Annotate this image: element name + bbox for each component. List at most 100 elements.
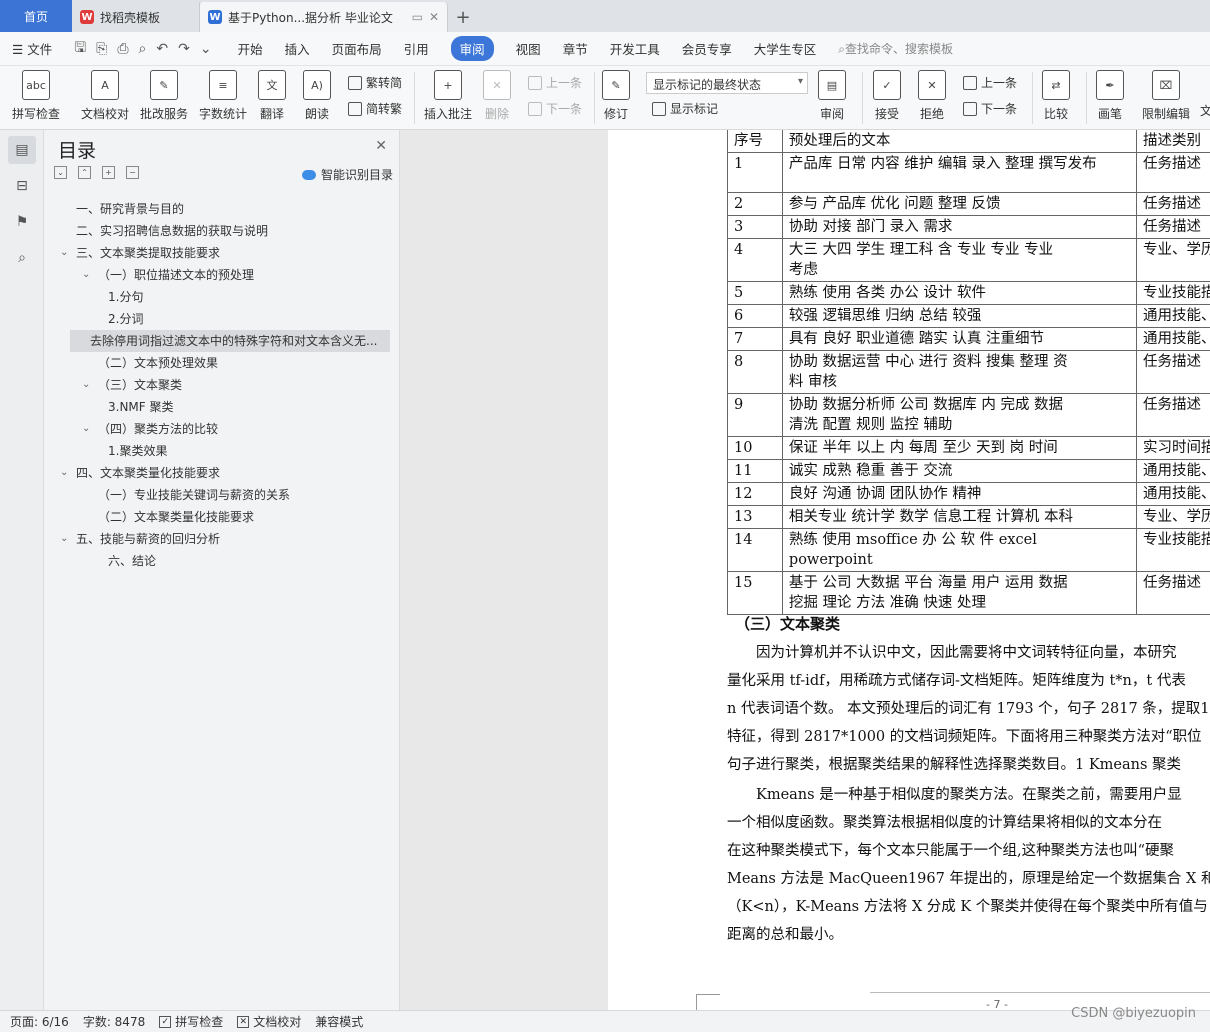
- review-pane-label: 审阅: [819, 107, 844, 121]
- bookmark-icon[interactable]: ⚑: [8, 208, 36, 236]
- menu-item-view[interactable]: 视图: [516, 39, 541, 58]
- export-icon[interactable]: ⎘: [96, 41, 107, 57]
- chevron-down-icon[interactable]: ⌄: [60, 462, 68, 484]
- review-pane-button[interactable]: ▤ 审阅: [818, 70, 846, 122]
- close-icon[interactable]: ✕: [429, 10, 439, 24]
- doc-proof-label: 文档校对: [81, 107, 130, 121]
- tab-pin-icon[interactable]: ▭: [412, 10, 423, 24]
- prev-change-button[interactable]: 上一条: [963, 74, 1017, 91]
- insert-comment-button[interactable]: + 插入批注: [424, 70, 472, 122]
- prev-change-icon: [963, 75, 977, 90]
- toc-item[interactable]: ⌄ （四）聚类方法的比较: [44, 418, 400, 440]
- add-heading-icon[interactable]: +: [102, 166, 115, 179]
- status-spell-check[interactable]: ✓ 拼写检查: [159, 1013, 223, 1030]
- next-change-button[interactable]: 下一条: [963, 100, 1017, 117]
- menu-item-reference[interactable]: 引用: [404, 39, 429, 58]
- reject-button[interactable]: ✕ 拒绝: [918, 70, 946, 122]
- toc-item-label: （一）专业技能关键词与薪资的关系: [98, 488, 291, 502]
- print-preview-icon[interactable]: ⌕: [139, 41, 147, 57]
- chevron-down-icon[interactable]: ⌄: [82, 264, 90, 286]
- simp-to-trad-button[interactable]: 简转繁: [348, 100, 402, 117]
- home-tab[interactable]: 首页: [0, 0, 72, 32]
- show-markup-button[interactable]: 显示标记: [652, 100, 718, 117]
- toc-item[interactable]: 1.聚类效果: [44, 440, 400, 462]
- trad-to-simp-button[interactable]: 繁转简: [348, 74, 402, 91]
- spell-check-button[interactable]: abc 拼写检查: [12, 70, 60, 122]
- file-menu[interactable]: ☰ 文件: [12, 39, 52, 58]
- toc-item[interactable]: 一、研究背景与目的: [44, 198, 400, 220]
- menu-item-review[interactable]: 审阅: [450, 36, 494, 61]
- table-cell: 7: [727, 327, 783, 351]
- delete-comment-button[interactable]: ✕ 删除: [483, 70, 511, 122]
- toc-item[interactable]: 1.分句: [44, 286, 400, 308]
- new-tab-button[interactable]: +: [448, 2, 478, 32]
- chevron-down-icon[interactable]: ⌄: [82, 418, 90, 440]
- prev-comment-button[interactable]: 上一条: [528, 74, 582, 91]
- toc-item[interactable]: 六、结论: [44, 550, 400, 572]
- toc-item[interactable]: （一）专业技能关键词与薪资的关系: [44, 484, 400, 506]
- proof-icon: ✕: [237, 1015, 250, 1028]
- menu-item-developer[interactable]: 开发工具: [610, 39, 660, 58]
- ribbon-overflow-label[interactable]: 文: [1200, 102, 1210, 119]
- pen-button[interactable]: ✒ 画笔: [1096, 70, 1124, 122]
- menu-item-member[interactable]: 会员专享: [682, 39, 732, 58]
- close-icon[interactable]: ✕: [375, 138, 387, 154]
- menu-item-chapter[interactable]: 章节: [563, 39, 588, 58]
- toc-item[interactable]: （二）文本聚类量化技能要求: [44, 506, 400, 528]
- toc-item[interactable]: ⌄ 四、文本聚类量化技能要求: [44, 462, 400, 484]
- compare-button[interactable]: ⇄ 比较: [1042, 70, 1070, 122]
- menu-item-insert[interactable]: 插入: [285, 39, 310, 58]
- table-cell: 通用技能、: [1136, 482, 1210, 506]
- toc-item[interactable]: ⌄ 三、文本聚类提取技能要求: [44, 242, 400, 264]
- toc-item[interactable]: ⌄ （三）文本聚类: [44, 374, 400, 396]
- print-icon[interactable]: ⎙: [117, 41, 128, 57]
- menu-item-student[interactable]: 大学生专区: [754, 39, 817, 58]
- word-count-button[interactable]: ≡ 字数统计: [199, 70, 247, 122]
- toc-icon[interactable]: ▤: [8, 136, 36, 164]
- smart-toc-button[interactable]: 智能识别目录: [301, 166, 393, 183]
- menu-item-layout[interactable]: 页面布局: [332, 39, 382, 58]
- doc-proof-button[interactable]: A 文档校对: [81, 70, 129, 122]
- table-cell: 任务描述: [1136, 152, 1210, 193]
- translate-button[interactable]: 文 翻译: [258, 70, 286, 122]
- next-comment-button[interactable]: 下一条: [528, 100, 582, 117]
- chevron-down-icon[interactable]: ⌄: [60, 242, 68, 264]
- toc-item[interactable]: 二、实习招聘信息数据的获取与说明: [44, 220, 400, 242]
- read-aloud-button[interactable]: A) 朗读: [303, 70, 331, 122]
- undo-icon[interactable]: ↶: [156, 41, 168, 57]
- search-icon[interactable]: ⌕: [8, 244, 36, 272]
- save-icon[interactable]: 🖫: [74, 37, 86, 61]
- page-indicator[interactable]: 页面: 6/16: [10, 1013, 69, 1030]
- redo-icon[interactable]: ↷: [178, 41, 190, 57]
- markup-state-select[interactable]: 显示标记的最终状态: [646, 72, 808, 94]
- command-search[interactable]: ⌕查找命令、搜索模板: [838, 40, 953, 57]
- chapter-nav-icon[interactable]: ⊟: [8, 172, 36, 200]
- tab-document[interactable]: W 基于Python...据分析 毕业论文 ▭ ✕: [200, 2, 448, 32]
- status-doc-proof[interactable]: ✕ 文档校对: [237, 1013, 301, 1030]
- table-cell: 12: [727, 482, 783, 506]
- toc-item[interactable]: （二）文本预处理效果: [44, 352, 400, 374]
- word-count-indicator[interactable]: 字数: 8478: [83, 1013, 145, 1030]
- accept-button[interactable]: ✓ 接受: [873, 70, 901, 122]
- track-changes-button[interactable]: ✎ 修订: [602, 70, 630, 122]
- toc-item-label: （一）职位描述文本的预处理: [98, 268, 255, 282]
- tab-template[interactable]: W 找稻壳模板: [72, 2, 200, 32]
- document-page[interactable]: 序号 预处理后的文本 描述类别 1 产品库 日常 内容 维护 编辑 录入 整理 撰…: [608, 130, 1210, 1010]
- expand-up-icon[interactable]: ⌃: [78, 166, 91, 179]
- restrict-edit-button[interactable]: ⌧ 限制编辑: [1142, 70, 1190, 122]
- batch-service-button[interactable]: ✎ 批改服务: [140, 70, 188, 122]
- toc-item[interactable]: 2.分词: [44, 308, 400, 330]
- document-canvas-gutter: [400, 130, 608, 1010]
- toc-item[interactable]: ⌄ （一）职位描述文本的预处理: [44, 264, 400, 286]
- chevron-down-icon[interactable]: ⌄: [60, 528, 68, 550]
- toc-item[interactable]: 3.NMF 聚类: [44, 396, 400, 418]
- toc-item[interactable]: ⌄ 五、技能与薪资的回归分析: [44, 528, 400, 550]
- chevron-down-icon[interactable]: ⌄: [82, 374, 90, 396]
- collapse-all-icon[interactable]: ⌄: [54, 166, 67, 179]
- menu-item-start[interactable]: 开始: [238, 39, 263, 58]
- remove-heading-icon[interactable]: −: [126, 166, 139, 179]
- table-cell: 良好 沟通 协调 团队协作 精神: [781, 482, 1138, 506]
- chevron-down-icon[interactable]: ⌄: [200, 41, 212, 57]
- toc-item-label: 六、结论: [108, 554, 157, 568]
- toc-item[interactable]: 去除停用词指过滤文本中的特殊字符和对文本含义无...: [70, 330, 390, 352]
